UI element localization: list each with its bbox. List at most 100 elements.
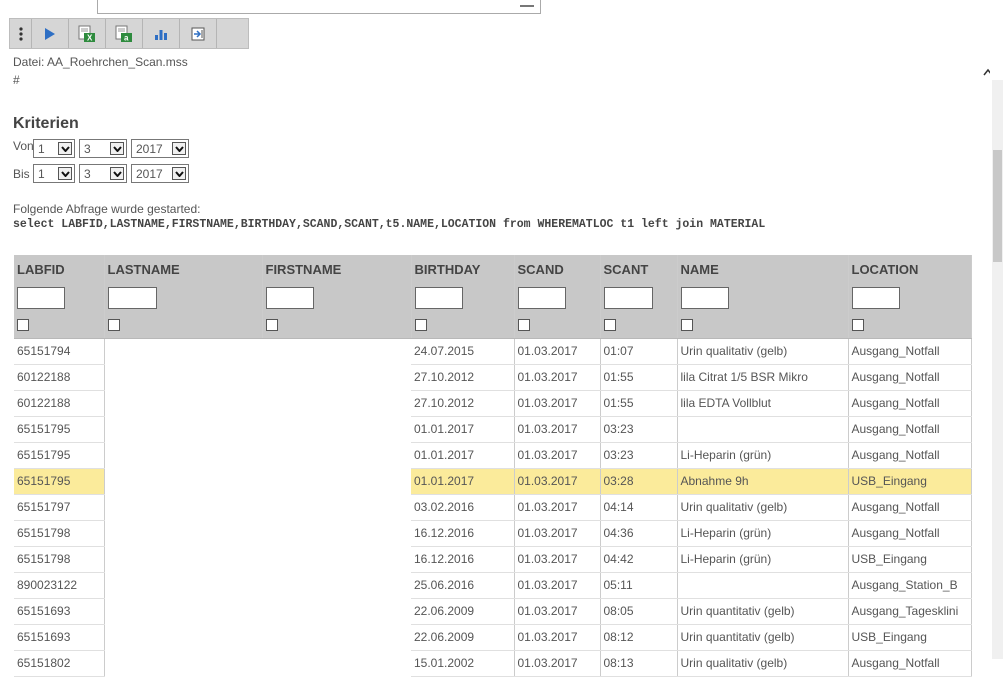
- column-checkbox-scand[interactable]: [517, 318, 530, 331]
- von-month-select[interactable]: 3: [79, 139, 127, 158]
- column-checkbox-labfid[interactable]: [17, 318, 29, 331]
- filter-input-lastname[interactable]: [107, 287, 157, 309]
- cell-firstname: [262, 390, 411, 416]
- cell-scand: 01.03.2017: [514, 598, 601, 625]
- sql-query: select LABFID,LASTNAME,FIRSTNAME,BIRTHDA…: [13, 218, 766, 231]
- table-row[interactable]: 65151795 01.01.2017 01.03.2017 03:28 Abnahme…: [14, 468, 972, 495]
- column-header-name[interactable]: NAME: [677, 255, 849, 284]
- column-header-scand[interactable]: SCAND: [514, 255, 601, 284]
- table-row[interactable]: 65151802 15.01.2002 01.03.2017 08:13 Urin qu…: [14, 650, 972, 677]
- cell-name: Urin qualitativ (gelb): [677, 338, 849, 365]
- filter-input-location[interactable]: [851, 287, 900, 309]
- cell-location: USB_Eingang: [848, 624, 972, 651]
- cell-scand: 01.03.2017: [514, 520, 601, 547]
- cell-lastname: [104, 416, 262, 442]
- table-row[interactable]: 60122188 27.10.2012 01.03.2017 01:55 lila ED…: [14, 390, 972, 417]
- cell-location: Ausgang_Notfall: [848, 494, 972, 521]
- checkbox-row: [14, 312, 972, 339]
- filter-input-scant[interactable]: [603, 287, 653, 309]
- cell-birthday: 16.12.2016: [411, 520, 515, 547]
- cell-scand: 01.03.2017: [514, 650, 601, 677]
- menu-grip-icon[interactable]: [10, 19, 32, 48]
- cell-name: Abnahme 9h: [677, 468, 849, 495]
- column-header-location[interactable]: LOCATION: [848, 255, 972, 284]
- cell-birthday: 25.06.2016: [411, 572, 515, 599]
- column-header-firstname[interactable]: FIRSTNAME: [262, 255, 412, 284]
- cell-birthday: 03.02.2016: [411, 494, 515, 521]
- cell-location: USB_Eingang: [848, 468, 972, 495]
- table-row[interactable]: 890023122 25.06.2016 01.03.2017 05:11 Ausgan…: [14, 572, 972, 599]
- scroll-up-icon[interactable]: [983, 68, 990, 76]
- cell-labfid: 65151795: [14, 468, 105, 495]
- filter-cell: [848, 284, 972, 312]
- filter-input-name[interactable]: [680, 287, 729, 309]
- minimize-icon[interactable]: [520, 1, 534, 7]
- column-header-birthday[interactable]: BIRTHDAY: [411, 255, 515, 284]
- column-header-lastname[interactable]: LASTNAME: [104, 255, 263, 284]
- filter-input-scand[interactable]: [517, 287, 566, 309]
- table-row[interactable]: 65151798 16.12.2016 01.03.2017 04:36 Li-Hepa…: [14, 520, 972, 547]
- cell-scant: 08:05: [600, 598, 678, 625]
- table-row[interactable]: 65151693 22.06.2009 01.03.2017 08:05 Urin qu…: [14, 598, 972, 625]
- cell-firstname: [262, 338, 411, 364]
- cell-scant: 01:55: [600, 390, 678, 417]
- filter-cell: [677, 284, 849, 312]
- cell-firstname: [262, 624, 411, 650]
- column-checkbox-birthday[interactable]: [414, 318, 427, 331]
- chart-icon[interactable]: [143, 19, 180, 48]
- run-icon[interactable]: [32, 19, 69, 48]
- table-row[interactable]: 65151794 24.07.2015 01.03.2017 01:07 Urin qu…: [14, 338, 972, 365]
- export-arrow-icon[interactable]: [180, 19, 217, 48]
- von-day-select[interactable]: 1: [33, 139, 75, 158]
- column-checkbox-location[interactable]: [851, 318, 864, 331]
- cell-name: Urin qualitativ (gelb): [677, 650, 849, 677]
- cell-location: Ausgang_Notfall: [848, 338, 972, 365]
- column-checkbox-firstname[interactable]: [265, 318, 278, 331]
- chevron-down-icon: [110, 142, 124, 155]
- column-header-labfid[interactable]: LABFID: [14, 255, 105, 284]
- cell-scand: 01.03.2017: [514, 364, 601, 391]
- cell-scant: 08:12: [600, 624, 678, 651]
- cell-birthday: 22.06.2009: [411, 624, 515, 651]
- table-row[interactable]: 65151795 01.01.2017 01.03.2017 03:23 Li-Hepa…: [14, 442, 972, 469]
- bis-day-select[interactable]: 1: [33, 164, 75, 183]
- column-checkbox-name[interactable]: [680, 318, 693, 331]
- column-checkbox-scant[interactable]: [603, 318, 616, 331]
- checkbox-cell: [514, 312, 601, 339]
- cell-name: Li-Heparin (grün): [677, 520, 849, 547]
- vertical-scrollbar[interactable]: [992, 80, 1003, 659]
- table-row[interactable]: 60122188 27.10.2012 01.03.2017 01:55 lila Ci…: [14, 364, 972, 391]
- top-input-box[interactable]: [97, 0, 541, 14]
- column-checkbox-lastname[interactable]: [107, 318, 120, 331]
- cell-scand: 01.03.2017: [514, 624, 601, 651]
- von-year-select[interactable]: 2017: [131, 139, 189, 158]
- cell-scant: 04:42: [600, 546, 678, 573]
- export-excel-icon[interactable]: X: [69, 19, 106, 48]
- cell-scand: 01.03.2017: [514, 494, 601, 521]
- table-row[interactable]: 65151797 03.02.2016 01.03.2017 04:14 Urin qu…: [14, 494, 972, 521]
- table-row[interactable]: 65151798 16.12.2016 01.03.2017 04:42 Li-Hepa…: [14, 546, 972, 573]
- cell-name: lila Citrat 1/5 BSR Mikro: [677, 364, 849, 391]
- table-row[interactable]: 65151795 01.01.2017 01.03.2017 03:23 Ausgang…: [14, 416, 972, 443]
- results-table: LABFID LASTNAME FIRSTNAME BIRTHDAY SCAND SCAN…: [14, 255, 972, 677]
- cell-scant: 01:07: [600, 338, 678, 365]
- filter-input-labfid[interactable]: [17, 287, 65, 309]
- scrollbar-thumb[interactable]: [993, 150, 1002, 262]
- bis-month-select[interactable]: 3: [79, 164, 127, 183]
- toolbar: X a: [9, 18, 249, 49]
- cell-scant: 03:23: [600, 416, 678, 443]
- von-label: Von: [13, 138, 34, 153]
- export-text-icon[interactable]: a: [106, 19, 143, 48]
- table-row[interactable]: 65151693 22.06.2009 01.03.2017 08:12 Urin qu…: [14, 624, 972, 651]
- cell-scand: 01.03.2017: [514, 442, 601, 469]
- bis-year-select[interactable]: 2017: [131, 164, 189, 183]
- table-header-row: LABFID LASTNAME FIRSTNAME BIRTHDAY SCAND SCAN…: [14, 255, 972, 284]
- cell-labfid: 65151693: [14, 598, 105, 625]
- cell-labfid: 65151795: [14, 416, 105, 443]
- column-header-scant[interactable]: SCANT: [600, 255, 678, 284]
- cell-location: Ausgang_Notfall: [848, 390, 972, 417]
- checkbox-cell: [600, 312, 678, 339]
- filter-input-birthday[interactable]: [414, 287, 463, 309]
- filter-input-firstname[interactable]: [265, 287, 314, 309]
- cell-scant: 08:13: [600, 650, 678, 677]
